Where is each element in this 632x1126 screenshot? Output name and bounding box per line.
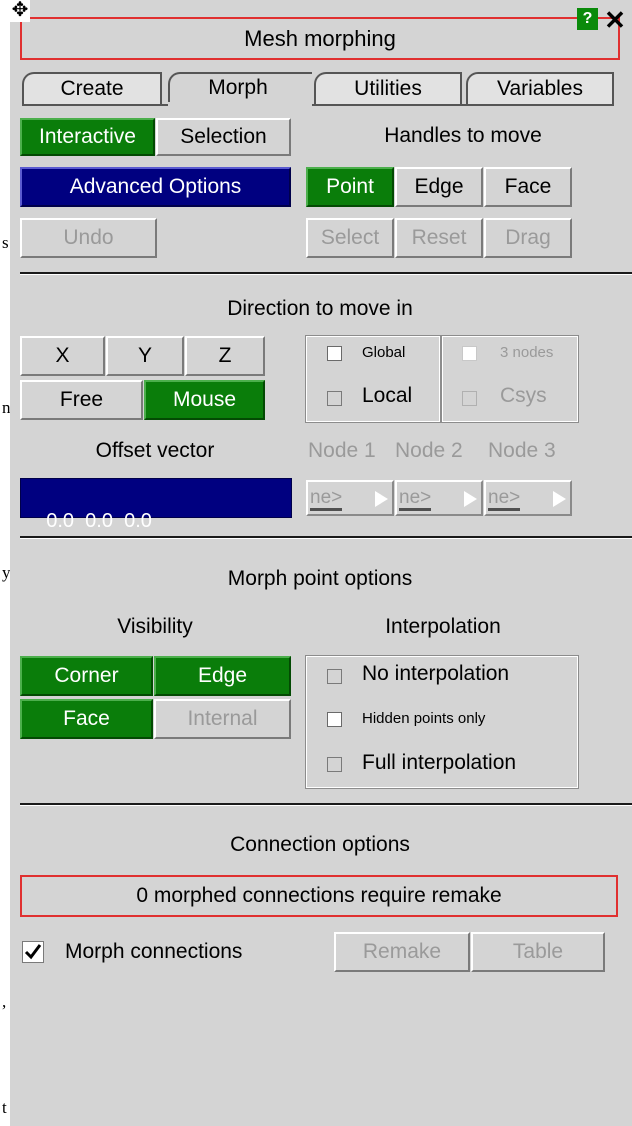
offset-vector-label: Offset vector bbox=[95, 439, 215, 462]
no-interpolation-label: No interpolation bbox=[362, 662, 510, 685]
interpolation-label: Interpolation bbox=[385, 615, 501, 638]
connection-status-text: 0 morphed connections require remake bbox=[136, 884, 502, 907]
tab-create[interactable]: Create bbox=[22, 72, 162, 104]
y-button[interactable]: Y bbox=[106, 336, 184, 376]
node3-picker[interactable]: ne> bbox=[484, 480, 572, 516]
z-button[interactable]: Z bbox=[185, 336, 265, 376]
free-button[interactable]: Free bbox=[20, 380, 143, 420]
edge-text-1: s bbox=[2, 233, 9, 252]
morph-point-title: Morph point options bbox=[227, 567, 413, 590]
separator-2 bbox=[20, 536, 632, 539]
morph-connections-label: Morph connections bbox=[65, 940, 243, 963]
morph-connections-checkbox[interactable] bbox=[22, 941, 44, 963]
tab-utilities[interactable]: Utilities bbox=[314, 72, 462, 104]
tab-morph-outline bbox=[168, 72, 312, 102]
handle-point-button[interactable]: Point bbox=[306, 167, 394, 207]
csys-checkbox[interactable] bbox=[462, 391, 477, 406]
help-icon[interactable]: ? bbox=[577, 8, 598, 30]
hidden-points-only-radio[interactable] bbox=[327, 712, 342, 727]
window-title: Mesh morphing bbox=[244, 25, 396, 51]
move-icon[interactable]: ✥ bbox=[10, 0, 30, 22]
reset-button[interactable]: Reset bbox=[395, 218, 483, 258]
three-nodes-checkbox[interactable] bbox=[462, 346, 477, 361]
edge-text-5: t bbox=[2, 1098, 7, 1117]
handles-title: Handles to move bbox=[384, 124, 542, 147]
handle-edge-button[interactable]: Edge bbox=[395, 167, 483, 207]
hidden-points-only-label: Hidden points only bbox=[362, 710, 486, 727]
node2-picker-label: ne> bbox=[399, 487, 432, 511]
mesh-morphing-panel: Mesh morphing ✥ ? ✕ Create Morph Utiliti… bbox=[10, 0, 632, 1126]
connection-title: Connection options bbox=[230, 833, 410, 856]
select-button[interactable]: Select bbox=[306, 218, 394, 258]
tab-variables[interactable]: Variables bbox=[466, 72, 614, 106]
play-arrow-icon bbox=[553, 491, 566, 507]
global-label: Global bbox=[362, 344, 406, 361]
node1-picker-label: ne> bbox=[310, 487, 343, 511]
offset-vector-input[interactable]: 0.0 0.0 0.0 bbox=[20, 478, 292, 532]
table-button[interactable]: Table bbox=[471, 932, 605, 972]
node3-label: Node 3 bbox=[488, 439, 556, 462]
undo-button[interactable]: Undo bbox=[20, 218, 157, 258]
advanced-options-button[interactable]: Advanced Options bbox=[20, 167, 291, 207]
close-icon[interactable]: ✕ bbox=[601, 6, 629, 34]
internal-visibility-button[interactable]: Internal bbox=[154, 699, 291, 739]
selection-button[interactable]: Selection bbox=[156, 118, 291, 156]
no-interpolation-radio[interactable] bbox=[327, 669, 342, 684]
title-bar[interactable]: Mesh morphing bbox=[20, 17, 620, 60]
global-checkbox[interactable] bbox=[327, 346, 342, 361]
local-label: Local bbox=[362, 384, 413, 407]
node3-picker-label: ne> bbox=[488, 487, 521, 511]
tab-baseline-right bbox=[312, 104, 614, 106]
face-visibility-button[interactable]: Face bbox=[20, 699, 153, 739]
edge-visibility-button[interactable]: Edge bbox=[154, 656, 291, 696]
interactive-button[interactable]: Interactive bbox=[20, 118, 155, 156]
handle-face-button[interactable]: Face bbox=[484, 167, 572, 207]
remake-button[interactable]: Remake bbox=[334, 932, 470, 972]
direction-title: Direction to move in bbox=[227, 297, 413, 320]
background-document-strip: s n. y , t bbox=[0, 0, 15, 1126]
node2-picker[interactable]: ne> bbox=[395, 480, 483, 516]
tab-baseline bbox=[22, 104, 168, 106]
mouse-button[interactable]: Mouse bbox=[144, 380, 265, 420]
full-interpolation-radio[interactable] bbox=[327, 757, 342, 772]
visibility-label: Visibility bbox=[117, 615, 193, 638]
drag-button[interactable]: Drag bbox=[484, 218, 572, 258]
node1-picker[interactable]: ne> bbox=[306, 480, 394, 516]
play-arrow-icon bbox=[464, 491, 477, 507]
separator-3 bbox=[20, 803, 632, 806]
checkmark-icon bbox=[24, 944, 42, 960]
local-checkbox[interactable] bbox=[327, 391, 342, 406]
connection-status-box: 0 morphed connections require remake bbox=[20, 875, 618, 917]
node2-label: Node 2 bbox=[395, 439, 463, 462]
full-interpolation-label: Full interpolation bbox=[362, 751, 517, 774]
edge-text-4: , bbox=[2, 992, 7, 1011]
csys-label: Csys bbox=[500, 384, 547, 407]
x-button[interactable]: X bbox=[20, 336, 105, 376]
three-nodes-label: 3 nodes bbox=[500, 344, 554, 361]
separator-1 bbox=[20, 272, 632, 275]
play-arrow-icon bbox=[375, 491, 388, 507]
corner-button[interactable]: Corner bbox=[20, 656, 153, 696]
node1-label: Node 1 bbox=[308, 439, 376, 462]
